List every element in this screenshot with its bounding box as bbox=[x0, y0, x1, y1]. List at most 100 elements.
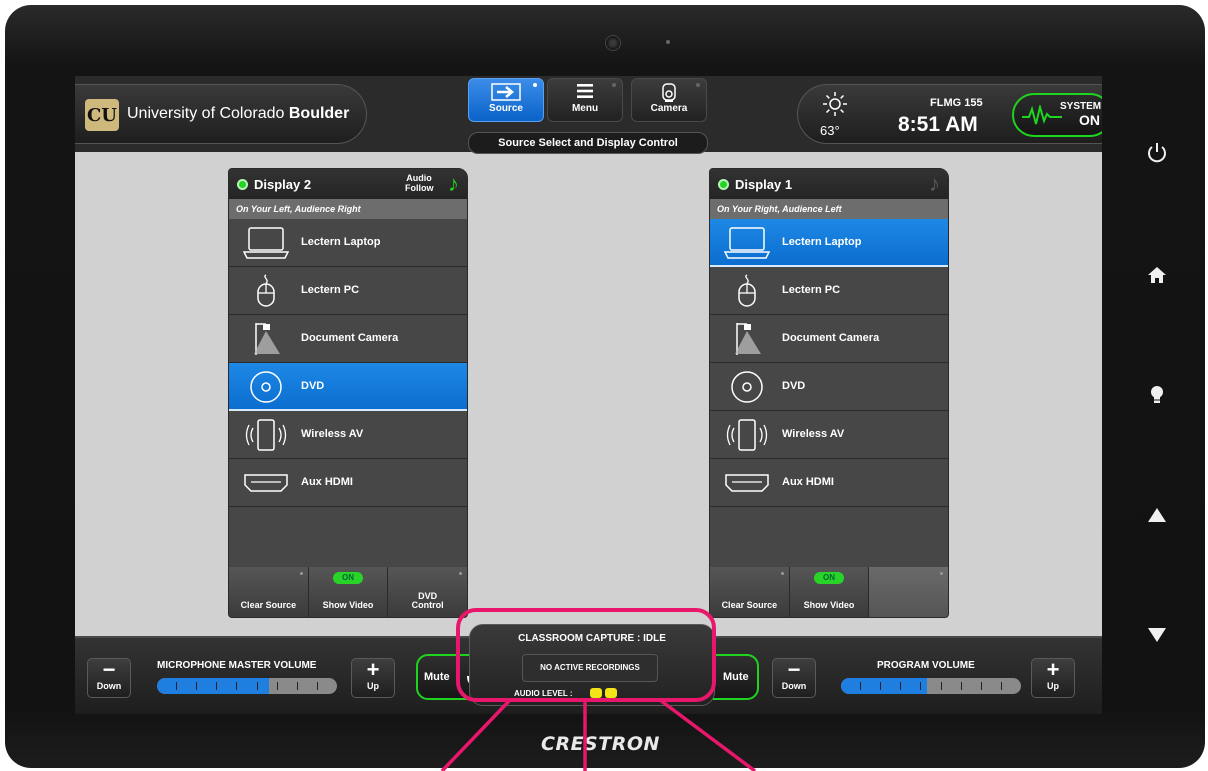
laptop-icon bbox=[241, 225, 291, 261]
show-video-button[interactable]: ON Show Video bbox=[308, 567, 388, 617]
touch-screen: CU University of Colorado Boulder Source… bbox=[75, 76, 1102, 714]
program-mute-label: Mute bbox=[723, 671, 749, 683]
dvd-control-button[interactable]: DVD Control bbox=[388, 567, 467, 617]
university-name-prefix: University of Colorado bbox=[127, 105, 285, 122]
system-state: ON bbox=[1079, 112, 1100, 128]
program-up-label: Up bbox=[1047, 681, 1059, 691]
display-1-status-led bbox=[718, 179, 729, 190]
document-camera-icon bbox=[241, 321, 291, 357]
university-branding: CU University of Colorado Boulder bbox=[75, 84, 367, 144]
nav-source-button[interactable]: Source bbox=[468, 78, 544, 122]
program-volume-title: PROGRAM VOLUME bbox=[877, 660, 975, 671]
source-aux-hdmi[interactable]: Aux HDMI bbox=[229, 459, 467, 507]
nav-source-label: Source bbox=[489, 103, 523, 114]
display-2-footer: Clear Source ON Show Video DVD Control bbox=[229, 567, 467, 617]
source-document-camera[interactable]: Document Camera bbox=[229, 315, 467, 363]
mic-up-label: Up bbox=[367, 681, 379, 691]
system-power-button[interactable]: SYSTEM ON bbox=[1012, 93, 1102, 137]
meter-ticks bbox=[157, 678, 337, 694]
arrow-right-icon bbox=[469, 79, 543, 103]
source-dvd[interactable]: DVD bbox=[710, 363, 948, 411]
power-icon[interactable] bbox=[1145, 140, 1169, 164]
program-volume-up-button[interactable]: + Up bbox=[1031, 658, 1075, 698]
nav-indicator-led bbox=[612, 83, 616, 87]
display-2-status-led bbox=[237, 179, 248, 190]
down-arrow-icon[interactable] bbox=[1145, 623, 1169, 647]
mic-volume-title: MICROPHONE MASTER VOLUME bbox=[157, 660, 317, 671]
program-volume-meter[interactable] bbox=[841, 678, 1021, 694]
display-2-panel: Display 2 Audio Follow ♪ On Your Left, A… bbox=[228, 168, 468, 618]
status-area: 63° FLMG 155 8:51 AM SYSTEM ON bbox=[797, 84, 1102, 144]
up-arrow-icon[interactable] bbox=[1145, 503, 1169, 527]
minus-icon: − bbox=[102, 657, 116, 682]
hdmi-port-icon bbox=[722, 465, 772, 501]
nav-menu-button[interactable]: Menu bbox=[547, 78, 623, 122]
button-led bbox=[299, 572, 303, 575]
source-label: Document Camera bbox=[782, 332, 880, 344]
camera-icon bbox=[632, 79, 706, 103]
program-volume-down-button[interactable]: − Down bbox=[772, 658, 816, 698]
audio-level-segment bbox=[590, 688, 602, 698]
source-aux-hdmi[interactable]: Aux HDMI bbox=[710, 459, 948, 507]
disc-icon bbox=[722, 369, 772, 405]
button-led bbox=[940, 572, 944, 575]
heartbeat-icon bbox=[1022, 105, 1062, 125]
show-video-button[interactable]: ON Show Video bbox=[789, 567, 869, 617]
display-1-title: Display 1 bbox=[735, 177, 793, 192]
meter-ticks bbox=[841, 678, 1021, 694]
source-wireless-av[interactable]: Wireless AV bbox=[229, 411, 467, 459]
mic-mute-label: Mute bbox=[424, 671, 450, 683]
lightbulb-icon[interactable] bbox=[1145, 383, 1169, 407]
source-label: Aux HDMI bbox=[782, 476, 834, 488]
nav-camera-button[interactable]: Camera bbox=[631, 78, 707, 122]
source-document-camera[interactable]: Document Camera bbox=[710, 315, 948, 363]
mic-volume-up-button[interactable]: + Up bbox=[351, 658, 395, 698]
music-note-icon[interactable]: ♪ bbox=[448, 173, 459, 195]
top-bar: CU University of Colorado Boulder Source… bbox=[75, 76, 1102, 154]
on-indicator: ON bbox=[333, 572, 363, 584]
display-1-source-list: Lectern Laptop Lectern PC Document Camer… bbox=[710, 219, 948, 507]
source-lectern-pc[interactable]: Lectern PC bbox=[710, 267, 948, 315]
sun-weather-icon bbox=[823, 92, 847, 116]
clear-source-button[interactable]: Clear Source bbox=[710, 567, 789, 617]
clear-source-button[interactable]: Clear Source bbox=[229, 567, 308, 617]
hamburger-menu-icon bbox=[548, 79, 622, 103]
nav-camera-label: Camera bbox=[650, 103, 688, 114]
mic-volume-meter[interactable] bbox=[157, 678, 337, 694]
source-dvd[interactable]: DVD bbox=[229, 363, 467, 411]
source-label: Document Camera bbox=[301, 332, 399, 344]
program-down-label: Down bbox=[781, 681, 807, 691]
display-2-location: On Your Left, Audience Right bbox=[229, 199, 467, 219]
disc-icon bbox=[241, 369, 291, 405]
wireless-tablet-icon bbox=[241, 417, 291, 453]
home-icon[interactable] bbox=[1145, 263, 1169, 287]
mic-down-label: Down bbox=[96, 681, 122, 691]
hdmi-port-icon bbox=[241, 465, 291, 501]
nav-menu-label: Menu bbox=[571, 103, 599, 114]
source-lectern-pc[interactable]: Lectern PC bbox=[229, 267, 467, 315]
display-2-title: Display 2 bbox=[254, 177, 312, 192]
button-led bbox=[780, 572, 784, 575]
document-camera-icon bbox=[722, 321, 772, 357]
front-camera-lens bbox=[605, 35, 621, 51]
source-wireless-av[interactable]: Wireless AV bbox=[710, 411, 948, 459]
source-lectern-laptop[interactable]: Lectern Laptop bbox=[710, 219, 948, 267]
empty-footer-button bbox=[869, 567, 948, 617]
source-label: DVD bbox=[782, 380, 806, 392]
music-note-icon[interactable]: ♪ bbox=[929, 173, 940, 195]
source-label: Wireless AV bbox=[782, 428, 845, 440]
source-label: Aux HDMI bbox=[301, 476, 353, 488]
university-name-bold: Boulder bbox=[288, 105, 350, 122]
source-lectern-laptop[interactable]: Lectern Laptop bbox=[229, 219, 467, 267]
mic-volume-down-button[interactable]: − Down bbox=[87, 658, 131, 698]
display-1-panel: Display 1 ♪ On Your Right, Audience Left… bbox=[709, 168, 949, 618]
on-indicator: ON bbox=[814, 572, 844, 584]
minus-icon: − bbox=[787, 657, 801, 682]
source-label: Lectern PC bbox=[782, 284, 841, 296]
source-label: Lectern Laptop bbox=[301, 236, 381, 248]
sensor-dot bbox=[666, 40, 670, 44]
cu-logo-icon: CU bbox=[85, 99, 119, 131]
dvd-control-label-line2: Control bbox=[411, 600, 444, 610]
display-1-location: On Your Right, Audience Left bbox=[710, 199, 948, 219]
nav-indicator-led bbox=[533, 83, 537, 87]
